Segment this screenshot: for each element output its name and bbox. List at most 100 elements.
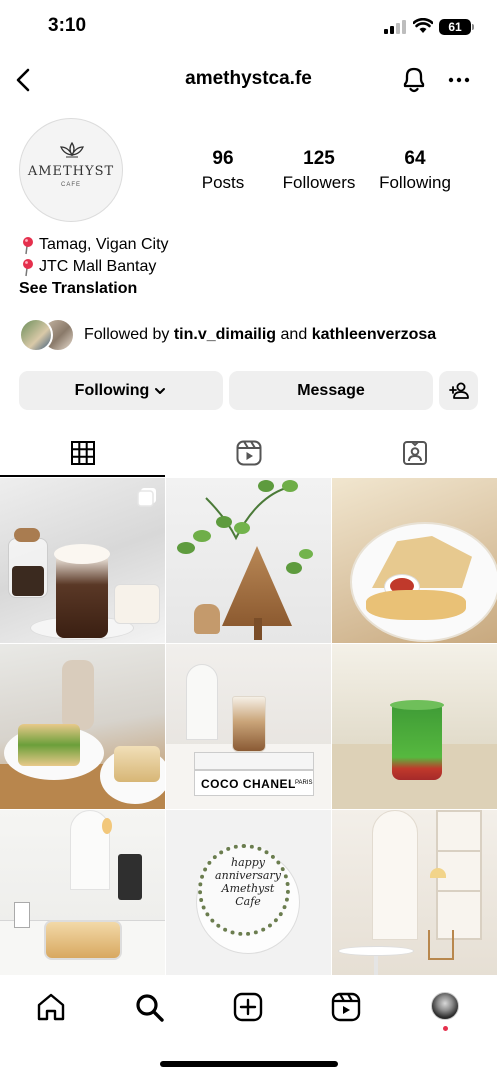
lotus-logo-icon — [60, 141, 84, 158]
stat-posts[interactable]: 96 Posts — [173, 148, 273, 193]
wooden-chair — [428, 930, 454, 960]
profile-header: amethystca.fe — [0, 56, 497, 104]
tab-grid[interactable] — [0, 430, 165, 476]
profile-bio: Tamag, Vigan City JTC Mall Bantay See Tr… — [19, 234, 169, 300]
archway — [372, 810, 418, 940]
avatar-brand-text: AMETHYST — [27, 164, 115, 179]
green-drink — [392, 704, 442, 780]
floor-lamp — [430, 868, 446, 878]
followed-by-text: Followed by tin.v_dimailig and kathleenv… — [84, 326, 436, 344]
grid-icon — [70, 441, 95, 465]
tagged-icon — [402, 441, 427, 465]
stat-followers[interactable]: 125 Followers — [269, 148, 369, 193]
suggested-people-button[interactable] — [439, 371, 478, 410]
wifi-icon — [413, 18, 433, 33]
message-button[interactable]: Message — [229, 371, 433, 410]
post-thumbnail[interactable] — [332, 810, 497, 975]
qr-stand — [14, 902, 30, 928]
post-thumbnail[interactable]: COCO CHANEL PARIS — [166, 644, 331, 809]
reindeer-figure — [194, 604, 220, 634]
round-pushpin-icon — [23, 237, 33, 255]
post-thumbnail[interactable] — [0, 478, 165, 643]
iced-latte — [232, 696, 266, 752]
chevron-down-icon — [155, 387, 166, 394]
sandwich — [114, 746, 160, 782]
tree-trunk — [254, 618, 262, 640]
arch-mirror — [186, 664, 218, 740]
drink-top — [390, 700, 444, 710]
profile-avatar[interactable]: AMETHYST CAFE — [19, 118, 123, 222]
jar-lid — [14, 528, 40, 542]
notification-dot — [443, 1026, 448, 1031]
book-top — [194, 752, 314, 770]
see-translation-link[interactable]: See Translation — [19, 278, 169, 300]
cake-text-line: happy — [231, 856, 265, 869]
bio-line: Tamag, Vigan City — [19, 234, 169, 256]
home-indicator — [160, 1061, 338, 1067]
post-thumbnail[interactable]: happy anniversary Amethyst Cafe — [166, 810, 331, 975]
home-icon[interactable] — [35, 991, 67, 1023]
active-tab-indicator — [0, 475, 165, 477]
shelf-divider — [436, 850, 482, 852]
cake-text-line: anniversary — [215, 869, 281, 882]
stat-following-value: 64 — [404, 148, 426, 169]
multi-photo-icon — [137, 488, 156, 507]
following-button[interactable]: Following — [19, 371, 223, 410]
avatar-sub-text: CAFE — [60, 182, 81, 188]
bio-location-2: JTC Mall Bantay — [39, 258, 157, 275]
stat-posts-value: 96 — [212, 148, 234, 169]
book-subtitle: PARIS — [295, 780, 313, 786]
post-thumbnail[interactable] — [0, 810, 165, 975]
message-button-label: Message — [297, 381, 365, 399]
round-pushpin-icon — [23, 259, 33, 277]
shelf-divider — [436, 890, 482, 892]
round-table — [338, 946, 414, 956]
stat-posts-label: Posts — [201, 173, 245, 192]
cellular-signal-icon — [384, 20, 406, 34]
add-person-icon — [448, 382, 469, 399]
tab-tagged[interactable] — [332, 430, 497, 476]
follower-avatar — [19, 318, 53, 352]
followed-by-prefix: Followed by — [84, 326, 170, 343]
sandwich — [18, 724, 80, 766]
followed-by-row[interactable]: Followed by tin.v_dimailig and kathleenv… — [19, 318, 489, 352]
battery-indicator: 61 — [439, 19, 471, 35]
tab-reels[interactable] — [166, 430, 331, 476]
bio-line: JTC Mall Bantay — [19, 256, 169, 278]
chips — [366, 590, 466, 620]
reels-icon — [236, 440, 261, 466]
coffee-beans — [12, 566, 44, 596]
battery-tip — [472, 24, 474, 30]
post-thumbnail[interactable] — [332, 478, 497, 643]
followed-by-user[interactable]: tin.v_dimailig — [174, 326, 276, 343]
followed-by-and: and — [280, 326, 308, 343]
post-thumbnail[interactable] — [166, 478, 331, 643]
followed-by-user[interactable]: kathleenverzosa — [312, 326, 437, 343]
post-thumbnail[interactable] — [0, 644, 165, 809]
status-time: 3:10 — [48, 15, 87, 36]
stat-following-label: Following — [379, 173, 451, 192]
pastry-display — [44, 920, 122, 960]
book-title: COCO CHANEL — [201, 777, 296, 791]
more-options-icon[interactable] — [446, 70, 472, 90]
whipped-cream — [54, 544, 110, 564]
search-icon[interactable] — [133, 991, 165, 1023]
create-icon[interactable] — [232, 991, 264, 1023]
profile-tabs — [0, 430, 497, 478]
following-button-label: Following — [74, 381, 150, 399]
posts-grid: COCO CHANEL PARIS happy anniversary Amet… — [0, 478, 497, 976]
stat-following[interactable]: 64 Following — [365, 148, 465, 193]
pendant-lamp — [102, 818, 112, 834]
cup — [114, 584, 160, 624]
profile-avatar-tab[interactable] — [431, 992, 459, 1020]
reels-icon[interactable] — [330, 991, 362, 1023]
notification-bell-icon[interactable] — [400, 65, 428, 95]
cake-text: happy anniversary Amethyst Cafe — [198, 856, 298, 908]
status-bar: 3:10 61 — [0, 0, 497, 54]
stat-followers-label: Followers — [282, 173, 356, 192]
jar — [62, 660, 94, 730]
espresso-machine — [118, 854, 142, 900]
post-thumbnail[interactable] — [332, 644, 497, 809]
table-leg — [374, 956, 378, 975]
stat-followers-value: 125 — [303, 148, 335, 169]
